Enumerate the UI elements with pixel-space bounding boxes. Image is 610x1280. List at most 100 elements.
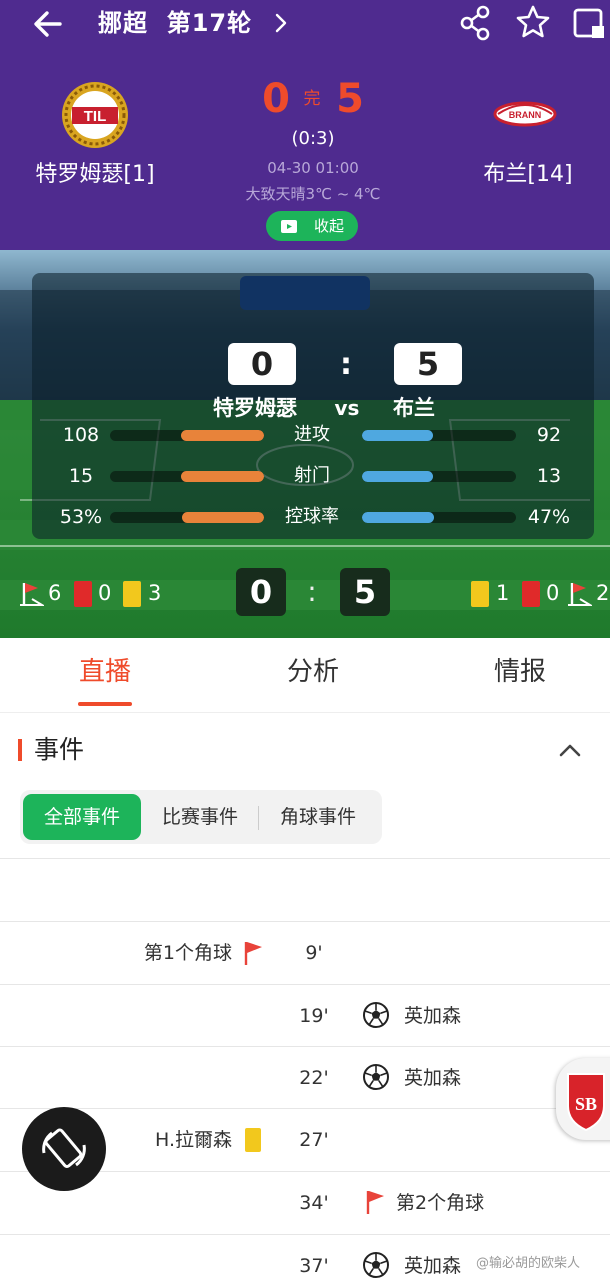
- events-title: 事件: [34, 735, 85, 764]
- star-icon[interactable]: [514, 3, 552, 41]
- share-icon[interactable]: [458, 4, 494, 42]
- event-minute: 34': [299, 1192, 329, 1214]
- soccer-ball-icon: [363, 1002, 389, 1028]
- tv-icon: [281, 220, 297, 233]
- event-minute: 37': [299, 1255, 329, 1277]
- home-team-name[interactable]: 特罗姆瑟[1]: [20, 160, 170, 190]
- event-minute: 22': [299, 1067, 329, 1089]
- league-name: 挪超: [98, 9, 148, 37]
- event-row[interactable]: 19' 英加森: [0, 985, 610, 1047]
- nav-bar: 挪超 第17轮: [0, 0, 610, 48]
- halftime-score: (0:3): [291, 128, 335, 149]
- corner-flag-icon: [20, 583, 44, 606]
- match-status: 完: [303, 89, 321, 109]
- stat-label: 射门: [294, 465, 330, 486]
- events-header: 事件: [0, 722, 610, 778]
- stat-away-bar: [362, 430, 516, 441]
- stat-row-attacks: 108 进攻 92: [32, 420, 594, 450]
- stat-away-bar-fill: [362, 430, 433, 441]
- away-team-name[interactable]: 布兰[14]: [458, 160, 598, 190]
- tab-live[interactable]: 直播: [45, 652, 165, 692]
- stat-away-bar: [362, 471, 516, 482]
- strip-score-separator: :: [307, 575, 317, 608]
- watermark: @输必胡的欧柴人: [476, 1256, 581, 1271]
- away-team-logo[interactable]: BRANN: [490, 82, 560, 146]
- shield-icon: SB: [567, 1073, 605, 1132]
- event-row[interactable]: 第1个角球 9': [0, 922, 610, 984]
- soccer-ball-icon: [363, 1252, 389, 1278]
- home-score: 0: [262, 76, 290, 122]
- card-home-name: 特罗姆瑟: [213, 396, 297, 420]
- away-logo-text: BRANN: [509, 110, 542, 120]
- chevron-up-icon[interactable]: [556, 736, 584, 764]
- window-icon[interactable]: [570, 4, 608, 42]
- soccer-ball-icon: [363, 1064, 389, 1090]
- stat-row-shots: 15 射门 13: [32, 461, 594, 491]
- event-text: H.拉爾森: [155, 1129, 232, 1151]
- back-arrow-icon[interactable]: [30, 6, 66, 42]
- yellow-card-icon: [123, 581, 141, 607]
- away-yellow-cards: 1: [496, 581, 510, 605]
- card-away-name: 布兰: [393, 396, 435, 420]
- stat-home-bar: [110, 430, 264, 441]
- away-red-cards: 0: [546, 581, 560, 605]
- red-card-icon: [522, 581, 540, 607]
- divider: [0, 712, 610, 713]
- rotate-screen-icon: [42, 1128, 86, 1168]
- stat-away-value: 47%: [527, 506, 571, 528]
- home-logo-text: TIL: [84, 108, 107, 125]
- home-team-logo[interactable]: TIL: [60, 80, 130, 150]
- stat-away-bar: [362, 512, 516, 523]
- league-round-title[interactable]: 挪超 第17轮: [98, 6, 252, 40]
- event-row[interactable]: 22' 英加森: [0, 1047, 610, 1109]
- strip-away-score: 5: [340, 568, 390, 616]
- home-corners: 6: [48, 581, 62, 605]
- event-text: 第2个角球: [396, 1192, 485, 1214]
- round-name: 第17轮: [166, 9, 253, 37]
- corner-flag-icon: [366, 1191, 384, 1214]
- stat-label: 控球率: [285, 506, 339, 527]
- stat-home-bar-fill: [180, 430, 264, 441]
- event-text: 第1个角球: [143, 942, 232, 964]
- tab-intel[interactable]: 情报: [460, 652, 580, 692]
- home-red-cards: 0: [98, 581, 112, 605]
- filter-corner-events[interactable]: 角球事件: [264, 794, 372, 840]
- event-text: 英加森: [404, 1067, 462, 1089]
- filter-separator: [258, 806, 259, 830]
- tab-bar: 直播 分析 情报: [0, 638, 610, 712]
- tab-analysis[interactable]: 分析: [253, 652, 373, 692]
- event-filter-group: 全部事件 比赛事件 角球事件: [20, 790, 382, 844]
- side-team-badge[interactable]: SB: [556, 1058, 610, 1140]
- match-summary-strip: 6 0 3 0 : 5 1 0 2: [0, 562, 610, 622]
- divider: [0, 858, 610, 859]
- event-minute: 19': [299, 1005, 329, 1027]
- collapse-button[interactable]: 收起: [266, 211, 358, 241]
- filter-all-events[interactable]: 全部事件: [23, 794, 141, 840]
- stat-row-possession: 53% 控球率 47%: [32, 502, 594, 532]
- match-header: 挪超 第17轮 TIL BRANN 特罗姆瑟[1] 布兰[14] 0 完 5 (…: [0, 0, 610, 250]
- card-score-separator: :: [340, 347, 352, 382]
- chevron-right-icon[interactable]: [272, 10, 290, 36]
- stat-label: 进攻: [294, 424, 330, 445]
- home-yellow-cards: 3: [148, 581, 162, 605]
- stat-home-value: 53%: [59, 506, 103, 528]
- floating-rotate-button[interactable]: [22, 1107, 106, 1191]
- stats-card: 0 : 5 特罗姆瑟 vs 布兰 108 进攻 92 15 射门 13 53% …: [32, 273, 594, 539]
- stat-away-bar-fill: [362, 471, 434, 482]
- active-tab-indicator: [78, 702, 132, 706]
- strip-home-score: 0: [236, 568, 286, 616]
- collapse-label: 收起: [313, 217, 344, 235]
- yellow-card-icon: [471, 581, 489, 607]
- stat-home-value: 108: [62, 424, 100, 446]
- event-minute: 9': [305, 942, 323, 964]
- stat-home-bar-fill: [181, 471, 264, 482]
- event-minute: 27': [299, 1129, 329, 1151]
- away-corners: 2: [596, 581, 610, 605]
- weather-info: 大致天晴3℃ ~ 4℃: [245, 185, 381, 203]
- corner-flag-icon: [568, 583, 592, 606]
- card-vs: vs: [334, 396, 360, 420]
- section-marker: [18, 739, 22, 761]
- event-text: 英加森: [404, 1255, 462, 1277]
- stat-away-value: 92: [536, 424, 562, 446]
- filter-match-events[interactable]: 比赛事件: [148, 794, 252, 840]
